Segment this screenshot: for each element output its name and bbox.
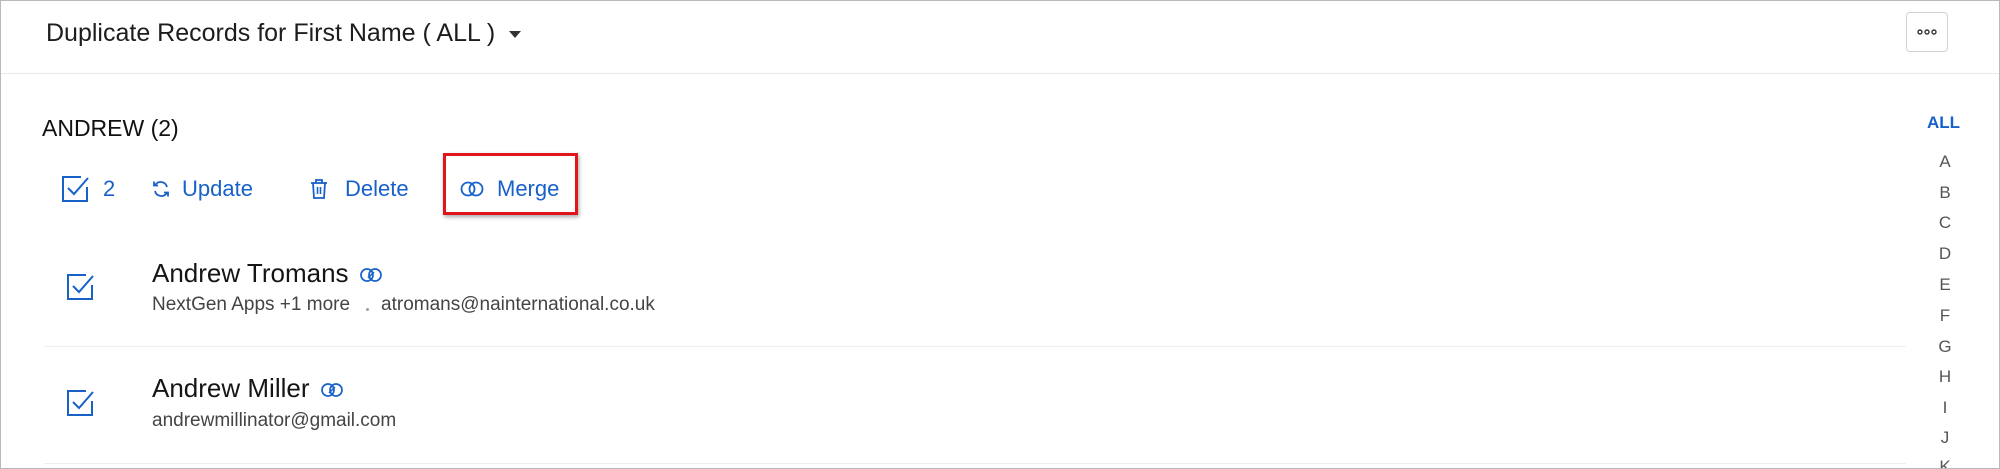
duplicate-link-icon [359, 267, 382, 282]
group-title: ANDREW (2) [42, 115, 179, 141]
update-label: Update [182, 176, 253, 201]
more-horizontal-icon [1917, 29, 1937, 35]
record-name-text: Andrew Miller [152, 373, 310, 403]
page-title: Duplicate Records for First Name ( ALL ) [46, 19, 496, 47]
alpha-filter-letter[interactable]: J [1938, 428, 1952, 448]
checkbox-checked-icon[interactable] [64, 387, 96, 419]
alpha-filter-letter[interactable]: A [1938, 152, 1952, 172]
delete-label: Delete [345, 176, 409, 201]
alpha-filter-letter[interactable]: K [1938, 457, 1952, 468]
selected-count: 2 [103, 176, 116, 201]
alpha-filter-letter[interactable]: H [1938, 367, 1952, 387]
title-dropdown[interactable]: Duplicate Records for First Name ( ALL ) [46, 15, 522, 51]
alpha-filter-letter[interactable]: E [1938, 275, 1952, 295]
record-name[interactable]: Andrew Tromans [152, 256, 384, 290]
separator-dot [366, 307, 370, 311]
more-options-button[interactable] [1906, 12, 1948, 52]
merge-highlight-box [443, 153, 578, 215]
alpha-filter-letter[interactable]: B [1938, 183, 1952, 203]
record-email: atromans@nainternational.co.uk [381, 294, 655, 315]
record-row[interactable]: Andrew Miller andrewmillinator@gmail.com [44, 347, 1906, 464]
alpha-filter-all[interactable]: ALL [1927, 113, 1960, 133]
alpha-filter-letter[interactable]: I [1938, 398, 1952, 418]
alpha-filter-letter[interactable]: F [1938, 306, 1952, 326]
record-name-text: Andrew Tromans [152, 258, 349, 288]
alpha-filter-letter[interactable]: D [1938, 244, 1952, 264]
delete-button[interactable]: Delete [309, 169, 409, 209]
checkbox-checked-icon [62, 176, 89, 202]
alpha-filter-letter[interactable]: C [1938, 213, 1952, 233]
refresh-icon [153, 181, 169, 197]
chevron-down-icon [509, 30, 522, 38]
record-details: andrewmillinator@gmail.com [152, 407, 396, 435]
alpha-filter-letter[interactable]: G [1938, 337, 1952, 357]
checkbox-checked-icon[interactable] [64, 271, 96, 303]
record-row[interactable]: Andrew Tromans NextGen Apps +1 more atro… [44, 239, 1906, 347]
record-email: andrewmillinator@gmail.com [152, 410, 397, 431]
record-company: NextGen Apps +1 more [152, 294, 351, 315]
duplicate-link-icon [320, 382, 343, 397]
record-name[interactable]: Andrew Miller [152, 371, 345, 405]
record-details: NextGen Apps +1 more atromans@nainternat… [152, 291, 655, 319]
select-count-toggle[interactable]: 2 [59, 169, 115, 209]
panel-header: Duplicate Records for First Name ( ALL ) [1, 1, 1999, 74]
trash-icon [311, 179, 327, 199]
duplicate-records-panel: Duplicate Records for First Name ( ALL )… [0, 0, 2000, 469]
update-button[interactable]: Update [151, 169, 253, 209]
